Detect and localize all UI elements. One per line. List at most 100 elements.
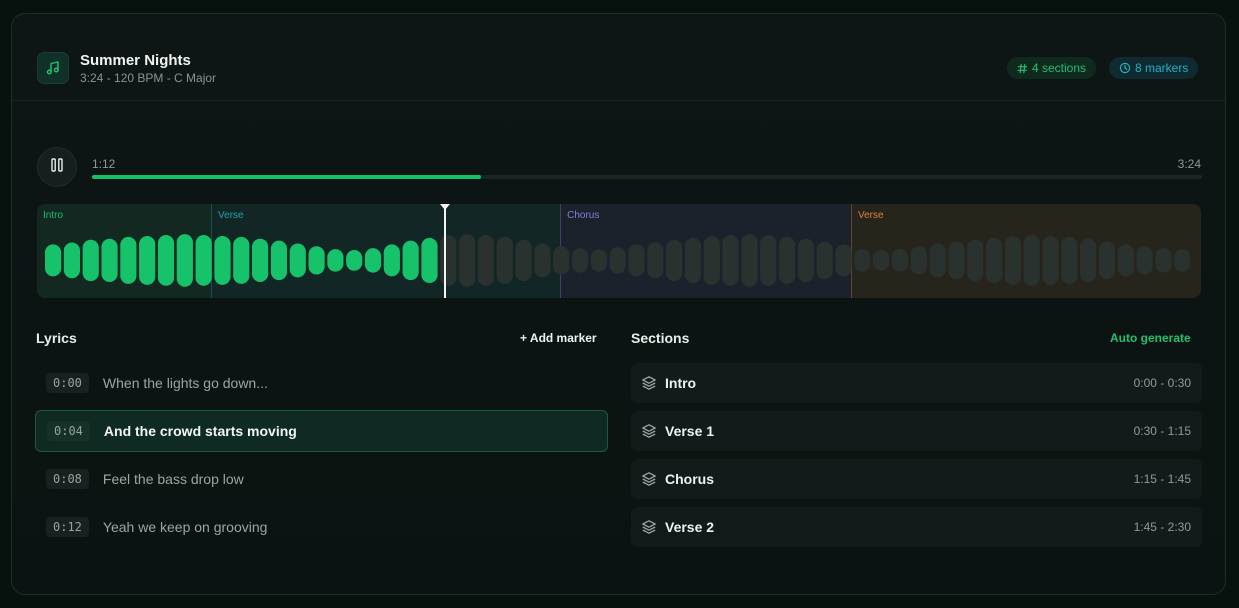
waveform-bar	[1098, 241, 1116, 280]
waveform-bar	[157, 235, 175, 286]
layers-icon	[641, 423, 657, 439]
waveform-bar	[609, 247, 626, 274]
waveform-bar	[571, 248, 589, 273]
section-time-range: 0:00 - 0:30	[1133, 376, 1191, 390]
add-marker-button[interactable]: + Add marker	[520, 331, 597, 345]
auto-generate-button[interactable]: Auto generate	[1110, 331, 1191, 345]
waveform-bar	[1023, 235, 1040, 286]
layers-icon	[641, 519, 657, 535]
waveform-bar	[854, 249, 871, 272]
waveform-bar	[515, 239, 532, 282]
waveform-bar	[1004, 235, 1021, 285]
lyric-text: Yeah we keep on grooving	[102, 519, 268, 535]
lyric-row[interactable]: 0:12 Yeah we keep on grooving	[35, 506, 608, 548]
waveform-bar	[176, 234, 193, 287]
markers-count-label: 8 markers	[1135, 61, 1189, 75]
waveform-bar	[1061, 236, 1078, 284]
waveform-bar	[985, 237, 1003, 283]
waveform[interactable]: Intro Verse Chorus Verse	[37, 204, 1201, 298]
waveform-bar	[647, 242, 664, 279]
waveform-bar	[666, 239, 683, 282]
waveform-bar	[553, 246, 570, 275]
waveform-bar	[252, 238, 269, 283]
waveform-bar	[797, 238, 814, 283]
song-editor-card: Summer Nights 3:24 - 120 BPM - C Major 4…	[11, 13, 1226, 595]
waveform-bar	[741, 234, 758, 287]
sections-count-label: 4 sections	[1032, 61, 1087, 75]
section-time-range: 0:30 - 1:15	[1133, 424, 1191, 438]
hash-icon	[1017, 63, 1028, 74]
waveform-bar	[383, 244, 400, 277]
waveform-bar	[364, 248, 382, 273]
pause-icon	[51, 157, 63, 177]
section-name: Intro	[665, 375, 697, 391]
waveform-bar	[101, 238, 118, 283]
waveform-bar	[233, 236, 250, 284]
lyric-timestamp[interactable]: 0:04	[47, 421, 90, 441]
waveform-bar	[684, 237, 702, 283]
lyric-timestamp[interactable]: 0:00	[46, 373, 89, 393]
section-name: Verse 1	[665, 423, 715, 439]
waveform-bar	[214, 235, 231, 285]
waveform-bar	[534, 243, 551, 278]
section-row[interactable]: Verse 1 0:30 - 1:15	[631, 411, 1202, 451]
waveform-bar	[421, 237, 438, 283]
waveform-bar	[82, 239, 99, 282]
waveform-bar	[873, 250, 890, 271]
waveform-bar	[289, 243, 306, 278]
lyric-timestamp[interactable]: 0:12	[46, 517, 89, 537]
section-row[interactable]: Chorus 1:15 - 1:45	[631, 459, 1202, 499]
waveform-bar	[590, 249, 607, 272]
lyric-text: When the lights go down...	[102, 375, 268, 391]
sections-count-badge: 4 sections	[1007, 57, 1097, 79]
waveform-bar	[778, 236, 796, 284]
waveform-bar	[722, 235, 739, 286]
lyric-text: Feel the bass drop low	[102, 471, 244, 487]
waveform-bar	[929, 243, 946, 278]
progress-fill	[92, 175, 481, 179]
lyric-text: And the crowd starts moving	[103, 423, 297, 439]
pause-button[interactable]	[37, 147, 77, 187]
lyric-timestamp[interactable]: 0:08	[46, 469, 89, 489]
waveform-bar	[703, 235, 720, 285]
playhead[interactable]	[443, 204, 446, 298]
waveform-bar	[459, 234, 476, 287]
waveform-bar	[760, 235, 777, 286]
waveform-bar	[628, 244, 645, 277]
section-time-range: 1:15 - 1:45	[1133, 472, 1191, 486]
sections-heading: Sections	[631, 330, 690, 346]
lyrics-heading: Lyrics	[36, 330, 77, 346]
waveform-bar	[1042, 235, 1059, 285]
waveform-bar	[816, 241, 833, 280]
waveform-bars	[45, 234, 1191, 287]
waveform-bar	[308, 246, 325, 275]
layers-icon	[641, 471, 657, 487]
section-row[interactable]: Intro 0:00 - 0:30	[631, 363, 1202, 403]
waveform-bar	[496, 236, 513, 284]
playhead-handle[interactable]	[439, 204, 450, 210]
section-name: Chorus	[665, 471, 714, 487]
waveform-bar	[327, 249, 344, 272]
waveform-bar	[1174, 249, 1191, 272]
song-title: Summer Nights	[80, 52, 191, 69]
markers-count-badge: 8 markers	[1109, 57, 1199, 79]
layers-icon	[641, 375, 657, 391]
waveform-bar	[1155, 248, 1172, 273]
section-name: Verse 2	[665, 519, 715, 535]
song-header: Summer Nights 3:24 - 120 BPM - C Major 4…	[12, 14, 1225, 101]
waveform-bar	[948, 241, 965, 280]
waveform-bar	[63, 242, 80, 279]
lyric-row[interactable]: 0:08 Feel the bass drop low	[35, 458, 608, 500]
lyric-row[interactable]: 0:00 When the lights go down...	[35, 362, 608, 404]
progress-bar[interactable]	[92, 175, 1202, 179]
waveform-bar	[45, 244, 62, 277]
waveform-bar	[270, 240, 288, 281]
section-row[interactable]: Verse 2 1:45 - 2:30	[631, 507, 1202, 547]
waveform-bar	[120, 236, 137, 284]
lyric-row[interactable]: 0:04 And the crowd starts moving	[35, 410, 608, 452]
waveform-bar	[1080, 238, 1097, 283]
waveform-bar	[1136, 246, 1153, 275]
waveform-bar	[440, 235, 457, 286]
waveform-bar	[910, 246, 927, 275]
waveform-bar	[1117, 244, 1134, 277]
